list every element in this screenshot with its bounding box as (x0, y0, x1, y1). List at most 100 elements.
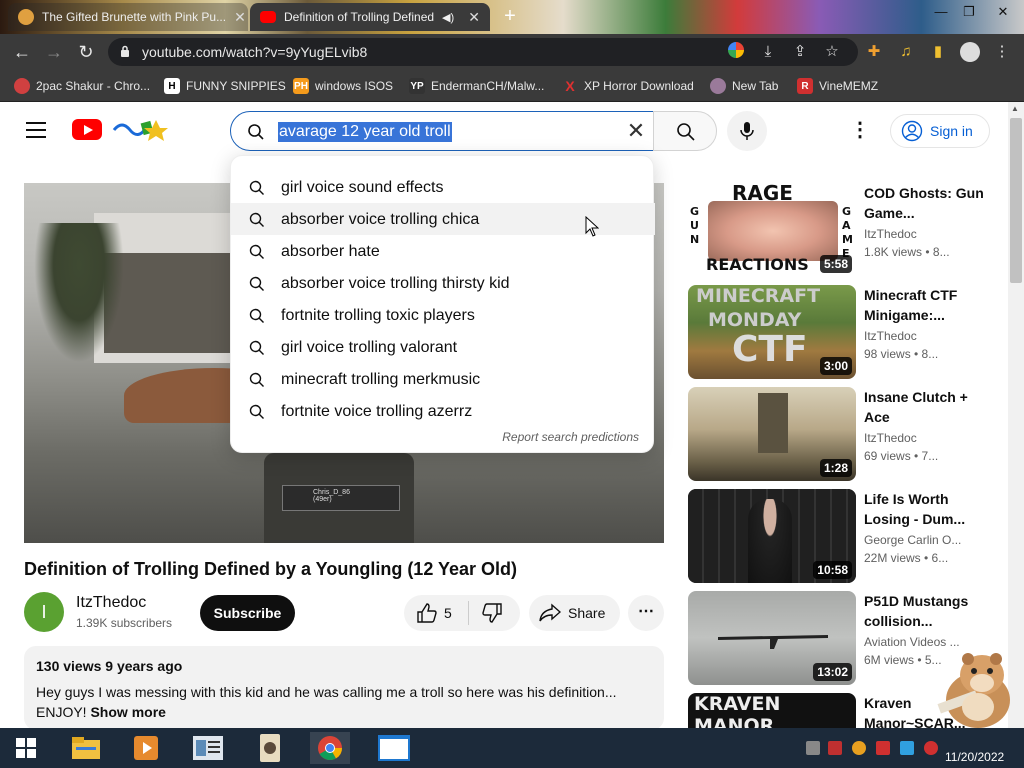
tab-close-icon[interactable]: ✕ (468, 9, 480, 26)
channel-name[interactable]: ItzThedoc (76, 594, 146, 612)
tray-icon[interactable] (828, 741, 842, 755)
channel-avatar[interactable]: I (24, 592, 64, 632)
share-page-icon[interactable]: ⇪ (790, 42, 810, 62)
bookmark-item[interactable]: 2pac Shakur - Chro... (14, 76, 150, 96)
google-lens-icon[interactable] (726, 42, 746, 62)
suggestion-item[interactable]: absorber voice trolling thirsty kid (231, 267, 655, 299)
video-title[interactable]: P51D Mustangs collision... (864, 591, 984, 631)
video-title[interactable]: Life Is Worth Losing - Dum... (864, 489, 984, 529)
sign-in-button[interactable]: Sign in (890, 114, 990, 148)
archive-app-taskbar-icon[interactable] (250, 732, 290, 764)
taskbar-date[interactable]: 11/20/2022 (945, 750, 1004, 764)
comedian-figure (748, 499, 792, 583)
extensions-icon[interactable]: ✚ (864, 42, 884, 62)
video-thumbnail[interactable]: 1:28 (688, 387, 856, 481)
bookmark-item[interactable]: YP EndermanCH/Malw... (409, 76, 544, 96)
tray-icon[interactable] (876, 741, 890, 755)
suggestion-item[interactable]: fortnite voice trolling azerrz (231, 395, 655, 427)
video-title[interactable]: Minecraft CTF Minigame:... (864, 285, 984, 325)
bookmark-item[interactable]: H FUNNY SNIPPIES (164, 76, 286, 96)
speaker-icon[interactable]: ◀) (442, 11, 454, 24)
bookmark-item[interactable]: X XP Horror Download (562, 76, 694, 96)
report-predictions-link[interactable]: Report search predictions (502, 430, 639, 444)
video-thumbnail[interactable]: 10:58 (688, 489, 856, 583)
thumb-text: GAME (842, 205, 853, 260)
browser-tab[interactable]: The Gifted Brunette with Pink Pu... ✕ (8, 3, 248, 31)
dislike-icon[interactable] (481, 602, 503, 624)
tray-icon[interactable] (900, 741, 914, 755)
video-thumbnail[interactable]: MINECRAFT MONDAY CTF 3:00 (688, 285, 856, 379)
recommended-video[interactable]: 10:58 Life Is Worth Losing - Dum... Geor… (688, 489, 988, 585)
show-more-link[interactable]: Show more (90, 704, 165, 720)
search-icon (249, 308, 264, 323)
document-app-taskbar-icon[interactable] (188, 732, 228, 764)
start-button[interactable] (6, 732, 46, 764)
bookmark-item[interactable]: PH windows ISOS (293, 76, 393, 96)
video-title[interactable]: COD Ghosts: Gun Game... (864, 183, 984, 223)
recommended-video[interactable]: RAGE REACTIONS GUN GAME 5:58 COD Ghosts:… (688, 183, 988, 279)
tray-icon[interactable] (924, 741, 938, 755)
video-thumbnail[interactable]: RAGE REACTIONS GUN GAME 5:58 (688, 183, 856, 277)
video-thumbnail[interactable]: 13:02 (688, 591, 856, 685)
share-button[interactable]: Share (529, 595, 620, 631)
thumb-text: KRAVEN MANOR (694, 693, 781, 728)
recommended-video[interactable]: 1:28 Insane Clutch + Ace ItzThedoc 69 vi… (688, 387, 988, 483)
bookmark-item[interactable]: New Tab (710, 76, 778, 96)
new-tab-button[interactable]: + (500, 6, 520, 27)
file-explorer-taskbar-icon[interactable] (66, 732, 106, 764)
tray-icon[interactable] (852, 741, 866, 755)
suggestion-item[interactable]: fortnite trolling toxic players (231, 299, 655, 331)
bookmark-favicon-icon: X (565, 78, 575, 94)
browser-tab-active[interactable]: Definition of Trolling Defined ◀) ✕ (250, 3, 490, 31)
back-icon[interactable]: ← (10, 40, 34, 64)
subscribe-button[interactable]: Subscribe (200, 595, 295, 631)
chrome-taskbar-icon[interactable] (310, 732, 350, 764)
channel-name[interactable]: George Carlin O... (864, 533, 961, 547)
clear-search-icon[interactable]: ✕ (625, 120, 647, 142)
search-input[interactable]: avarage 12 year old troll ✕ (230, 111, 654, 151)
like-count: 5 (444, 605, 452, 621)
suggestion-item[interactable]: girl voice sound effects (231, 171, 655, 203)
video-description[interactable]: 130 views 9 years ago Hey guys I was mes… (24, 646, 664, 730)
voice-search-button[interactable] (727, 111, 767, 151)
channel-name[interactable]: ItzThedoc (864, 431, 917, 445)
reload-icon[interactable]: ↻ (74, 40, 98, 64)
more-actions-button[interactable]: ⋯ (628, 595, 664, 631)
side-panel-icon[interactable]: ▮ (928, 42, 948, 62)
tab-close-icon[interactable]: ✕ (234, 9, 246, 26)
close-window-icon[interactable]: ✕ (992, 4, 1014, 26)
tray-icon[interactable] (806, 741, 820, 755)
menu-icon[interactable] (26, 122, 46, 138)
youtube-logo[interactable] (72, 119, 102, 140)
bookmark-item[interactable]: R VineMEMZ (797, 76, 878, 96)
minimize-icon[interactable]: — (930, 4, 952, 26)
search-button[interactable] (653, 111, 717, 151)
scrollbar-thumb[interactable] (1010, 118, 1022, 283)
bookmark-favicon-icon: PH (293, 78, 309, 94)
channel-name[interactable]: ItzThedoc (864, 329, 917, 343)
bookmark-favicon-icon (14, 78, 30, 94)
suggestion-item[interactable]: minecraft trolling merkmusic (231, 363, 655, 395)
address-bar[interactable]: youtube.com/watch?v=9yYugELvib8 ⤓ ⇪ ☆ (108, 38, 858, 66)
hamster-desktop-pet[interactable] (930, 645, 1020, 730)
suggestion-item[interactable]: absorber hate (231, 235, 655, 267)
bookmark-star-icon[interactable]: ☆ (822, 42, 842, 62)
video-title[interactable]: Insane Clutch + Ace (864, 387, 984, 427)
install-icon[interactable]: ⤓ (758, 42, 778, 62)
like-icon[interactable] (416, 602, 438, 624)
scroll-up-icon[interactable]: ▲ (1011, 104, 1019, 113)
maximize-icon[interactable]: ❐ (958, 4, 980, 26)
browser-menu-icon[interactable]: ⋮ (992, 42, 1012, 62)
profile-icon[interactable] (960, 42, 980, 62)
youtube-doodle-logo[interactable] (112, 116, 170, 142)
channel-name[interactable]: ItzThedoc (864, 227, 917, 241)
recommended-video[interactable]: MINECRAFT MONDAY CTF 3:00 Minecraft CTF … (688, 285, 988, 381)
forward-icon[interactable]: → (42, 40, 66, 64)
video-thumbnail[interactable]: KRAVEN MANOR (688, 693, 856, 728)
window-taskbar-icon[interactable] (374, 732, 414, 764)
settings-more-icon[interactable]: ⋮ (848, 120, 872, 144)
media-player-taskbar-icon[interactable] (126, 732, 166, 764)
suggestion-item[interactable]: girl voice trolling valorant (231, 331, 655, 363)
video-duration: 1:28 (819, 459, 852, 477)
media-control-icon[interactable]: ♫ (896, 42, 916, 62)
